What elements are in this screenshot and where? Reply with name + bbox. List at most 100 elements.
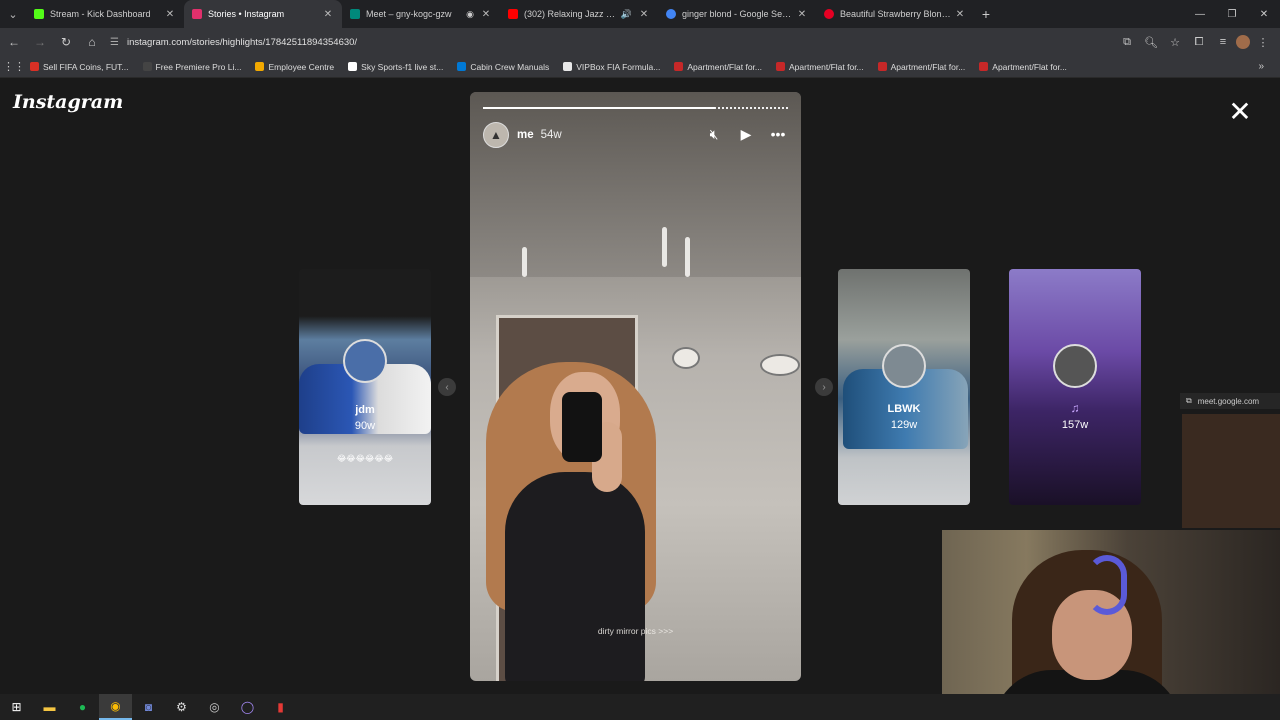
story-image-light [662, 227, 667, 267]
address-bar[interactable]: ☰ instagram.com/stories/highlights/17842… [110, 31, 1110, 53]
bookmark-item[interactable]: Cabin Crew Manuals [457, 62, 549, 72]
story-age: 54w [540, 129, 562, 141]
side-story-name: LBWK [887, 403, 921, 415]
close-tab-icon[interactable]: ✕ [954, 9, 966, 20]
side-story-age: 157w [1061, 419, 1089, 431]
kick-favicon-icon [34, 9, 44, 19]
tab-kick[interactable]: Stream - Kick Dashboard ✕ [26, 0, 184, 28]
minimize-icon[interactable]: — [1184, 0, 1216, 28]
story-progress-fill [483, 107, 715, 109]
meet-pip-video[interactable] [1182, 414, 1280, 528]
zoom-icon[interactable]: 🔍︎ [1140, 30, 1162, 54]
obs-icon[interactable]: ◎ [198, 694, 231, 720]
tab-instagram[interactable]: Stories • Instagram ✕ [184, 0, 342, 28]
bookmark-favicon-icon [674, 62, 684, 71]
chrome-icon[interactable]: ◉ [99, 694, 132, 720]
side-story-age: 129w [890, 419, 918, 431]
bookmark-item[interactable]: Apartment/Flat for... [877, 62, 965, 72]
webcam-overlay [942, 530, 1280, 720]
story-image-light [522, 247, 527, 277]
close-stories-button[interactable]: ✕ [1225, 97, 1255, 127]
story-user-avatar[interactable]: ▲ [483, 122, 509, 148]
story-image-ceiling [470, 92, 801, 277]
tab-title: (302) Relaxing Jazz Music [524, 9, 621, 19]
story-avatar-ring [1053, 344, 1097, 388]
bookmark-item[interactable]: Sell FIFA Coins, FUT... [30, 62, 129, 72]
close-tab-icon[interactable]: ✕ [322, 9, 334, 20]
bookmark-star-icon[interactable]: ☆ [1164, 30, 1186, 54]
url-text: instagram.com/stories/highlights/1784251… [126, 36, 358, 48]
audio-playing-icon[interactable]: 🔊 [621, 9, 632, 20]
browser-menu-icon[interactable]: ⋮ [1252, 30, 1274, 54]
tab-google-search[interactable]: ginger blond - Google Search ✕ [658, 0, 816, 28]
bookmark-favicon-icon [142, 62, 152, 71]
side-story-jdm[interactable]: jdm 90w 😂😂😂😂😂😂 [299, 269, 431, 505]
instagram-favicon-icon [192, 9, 202, 19]
story-username[interactable]: me [517, 129, 534, 141]
apps-grid-icon[interactable]: ⋮⋮ [0, 60, 28, 73]
tab-youtube[interactable]: (302) Relaxing Jazz Music 🔊 ✕ [500, 0, 658, 28]
install-app-icon[interactable]: ⧉ [1116, 30, 1138, 54]
start-icon[interactable]: ⊞ [0, 694, 33, 720]
spotify-icon[interactable]: ● [66, 694, 99, 720]
main-story-viewer[interactable]: ▲ me 54w 🔇︎ ▶ ••• dirty mirror pics >>> [470, 92, 801, 681]
story-image-fixture [672, 347, 700, 369]
bookmark-item[interactable]: VIPBox FIA Formula... [563, 62, 660, 72]
profile-avatar[interactable] [1236, 35, 1250, 49]
windows-taskbar: ⊞ ▬ ● ◉ ◙ ⚙ ◎ ◯ ▮ [0, 694, 1280, 720]
bookmark-item[interactable]: Sky Sports-f1 live st... [348, 62, 443, 72]
media-controls-icon[interactable]: ≡ [1212, 30, 1234, 54]
app-red-icon[interactable]: ▮ [264, 694, 297, 720]
reload-icon[interactable]: ↻ [54, 30, 78, 54]
bookmark-item[interactable]: Apartment/Flat for... [979, 62, 1067, 72]
story-avatar-ring [343, 339, 387, 383]
bookmark-favicon-icon [348, 62, 358, 71]
close-tab-icon[interactable]: ✕ [796, 9, 808, 20]
youtube-favicon-icon [508, 9, 518, 19]
restore-icon[interactable]: ❐ [1216, 0, 1248, 28]
previous-story-arrow-icon[interactable]: ‹ [438, 378, 456, 396]
next-story-arrow-icon[interactable]: › [815, 378, 833, 396]
google-favicon-icon [666, 9, 676, 19]
bookmark-favicon-icon [457, 62, 467, 71]
site-info-icon[interactable]: ☰ [110, 37, 119, 48]
file-explorer-icon[interactable]: ▬ [33, 694, 66, 720]
tab-title: Stream - Kick Dashboard [50, 9, 151, 19]
more-bookmarks-icon[interactable]: » [1258, 61, 1264, 72]
story-image-phone [562, 392, 602, 462]
side-story-music[interactable]: ♫ 157w [1009, 269, 1141, 505]
play-icon[interactable]: ▶ [736, 124, 756, 144]
side-story-caption: 😂😂😂😂😂😂 [336, 454, 394, 463]
muted-speaker-icon[interactable]: 🔇︎ [704, 124, 724, 144]
settings-icon[interactable]: ⚙ [165, 694, 198, 720]
forward-icon[interactable]: → [28, 30, 52, 54]
bookmark-favicon-icon [776, 62, 785, 71]
pinterest-favicon-icon [824, 9, 834, 19]
home-icon[interactable]: ⌂ [80, 30, 104, 54]
side-story-name: jdm [355, 404, 375, 416]
close-tab-icon[interactable]: ✕ [638, 9, 650, 20]
tab-pinterest[interactable]: Beautiful Strawberry Blonde Ha ✕ [816, 0, 974, 28]
side-story-lbwk[interactable]: LBWK 129w [838, 269, 970, 505]
bookmark-item[interactable]: Apartment/Flat for... [776, 62, 864, 72]
close-window-icon[interactable]: ✕ [1248, 0, 1280, 28]
extensions-icon[interactable]: ⧠ [1188, 30, 1210, 54]
tab-search-chevron-icon[interactable]: ⌄ [0, 0, 26, 28]
story-avatar-ring [882, 344, 926, 388]
browser-toolbar: ← → ↻ ⌂ ☰ instagram.com/stories/highligh… [0, 28, 1280, 56]
new-tab-button[interactable]: + [974, 6, 998, 22]
app-circle-icon[interactable]: ◯ [231, 694, 264, 720]
close-tab-icon[interactable]: ✕ [164, 9, 176, 20]
back-icon[interactable]: ← [2, 30, 26, 54]
bookmark-item[interactable]: Apartment/Flat for... [674, 62, 762, 72]
close-tab-icon[interactable]: ✕ [480, 9, 492, 20]
story-header: ▲ me 54w 🔇︎ ▶ ••• [483, 122, 788, 148]
instagram-logo[interactable]: Instagram [13, 91, 123, 113]
bookmark-item[interactable]: Employee Centre [255, 62, 334, 72]
more-options-icon[interactable]: ••• [768, 124, 788, 144]
discord-icon[interactable]: ◙ [132, 694, 165, 720]
tab-meet[interactable]: Meet – gny-kogc-gzw ◉ ✕ [342, 0, 500, 28]
bookmark-favicon-icon [563, 62, 573, 71]
meet-pip-label[interactable]: ⧉ meet.google.com [1180, 393, 1280, 409]
bookmark-item[interactable]: Free Premiere Pro Li... [142, 62, 241, 72]
